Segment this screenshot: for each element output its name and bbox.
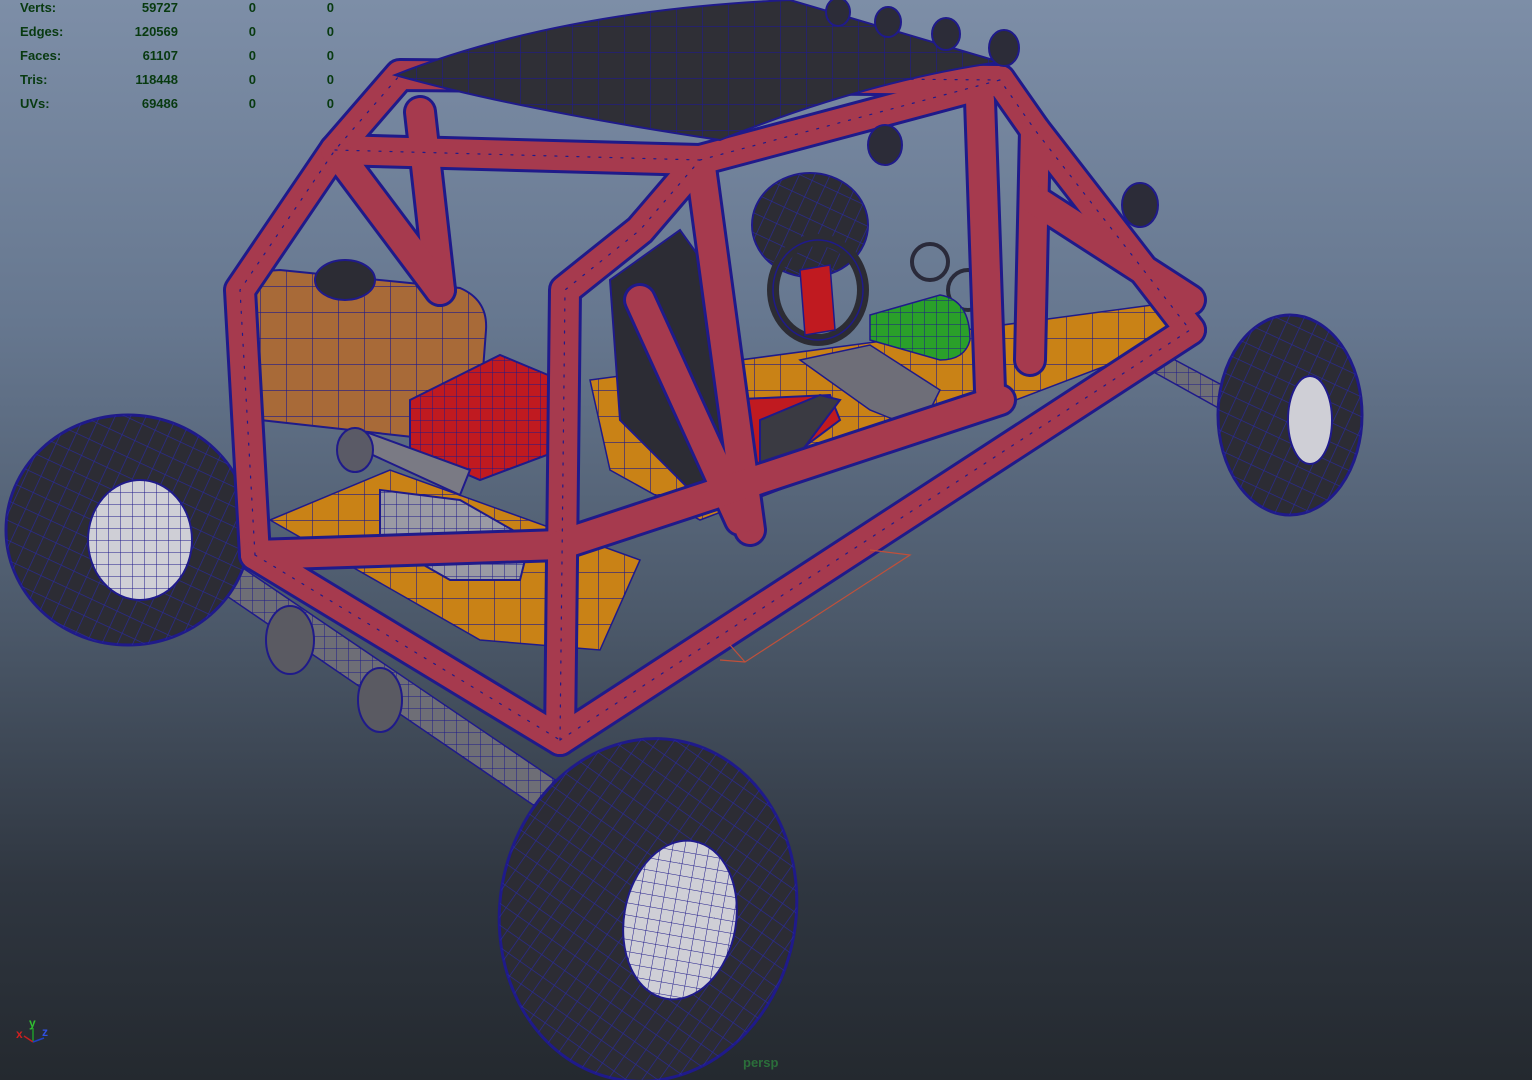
axis-z-label: z — [42, 1025, 48, 1039]
camera-name-label: persp — [743, 1055, 779, 1070]
buggy-model-wireframe[interactable] — [0, 0, 1532, 1080]
stat-value-components: 0 — [326, 48, 334, 63]
stat-value-selected: 0 — [248, 96, 256, 111]
stat-label: UVs: — [20, 96, 50, 111]
stat-value-total: 69486 — [141, 96, 178, 111]
stat-row-tris: Tris: 118448 0 0 — [20, 72, 340, 96]
front-right-wheel — [1216, 313, 1364, 517]
stat-value-components: 0 — [326, 96, 334, 111]
axis-y-label: y — [29, 1016, 36, 1030]
stat-value-total: 120569 — [134, 24, 178, 39]
axis-gizmo-icon: x y z — [16, 1016, 48, 1043]
stat-value-total: 61107 — [142, 48, 178, 63]
stat-row-uvs: UVs: 69486 0 0 — [20, 96, 340, 120]
stat-label: Verts: — [20, 0, 57, 15]
stat-label: Faces: — [20, 48, 62, 63]
stat-value-components: 0 — [326, 0, 334, 15]
stat-value-total: 118448 — [135, 72, 178, 87]
maya-viewport[interactable]: Verts: 59727 0 0 Edges: 120569 0 0 Faces… — [0, 0, 1532, 1080]
rear-left-wheel — [4, 413, 252, 647]
stat-row-faces: Faces: 61107 0 0 — [20, 48, 340, 72]
poly-count-hud: Verts: 59727 0 0 Edges: 120569 0 0 Faces… — [20, 0, 340, 120]
stat-value-selected: 0 — [248, 72, 256, 87]
stat-value-total: 59727 — [141, 0, 178, 15]
stat-row-verts: Verts: 59727 0 0 — [20, 0, 340, 24]
stat-value-selected: 0 — [248, 24, 256, 39]
stat-label: Edges: — [20, 24, 64, 39]
stat-row-edges: Edges: 120569 0 0 — [20, 24, 340, 48]
stat-label: Tris: — [20, 72, 48, 87]
stat-value-selected: 0 — [248, 0, 256, 15]
stat-value-components: 0 — [326, 72, 334, 87]
stat-value-selected: 0 — [248, 48, 256, 63]
stat-value-components: 0 — [326, 24, 334, 39]
axis-x-label: x — [16, 1027, 23, 1041]
